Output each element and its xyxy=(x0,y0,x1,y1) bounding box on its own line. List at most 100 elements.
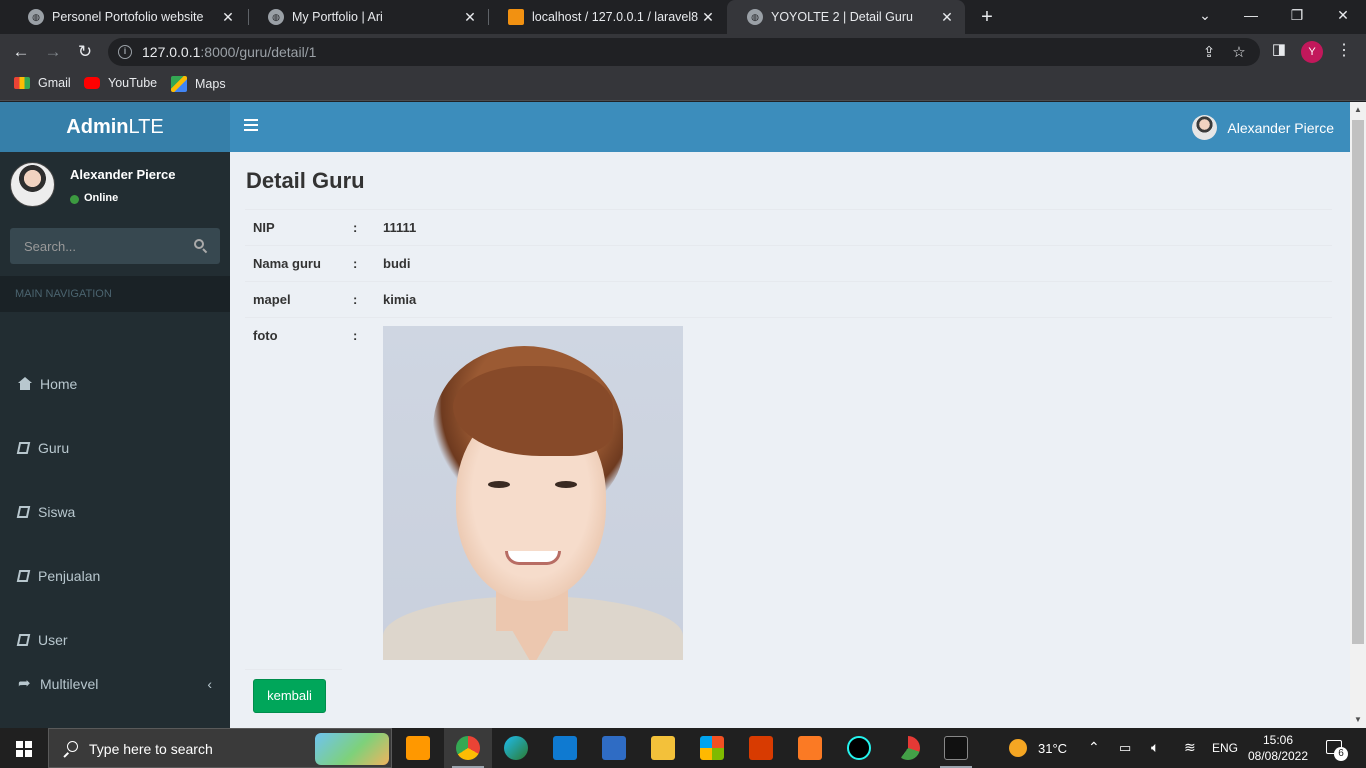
weather-sun-icon[interactable] xyxy=(1009,739,1027,757)
book-icon xyxy=(16,441,32,455)
profile-avatar[interactable]: Y xyxy=(1301,41,1323,63)
file-explorer-icon[interactable] xyxy=(651,736,675,760)
search-input[interactable] xyxy=(10,228,180,264)
row-separator: : xyxy=(345,245,375,282)
scroll-down-icon[interactable]: ▼ xyxy=(1350,712,1366,728)
taskbar-clock[interactable]: 15:06 08/08/2022 xyxy=(1243,732,1313,764)
sidebar-item-label: Home xyxy=(40,376,78,392)
sidebar-item-label: User xyxy=(38,632,68,648)
row-value: 11111 xyxy=(375,209,1332,246)
new-tab-button[interactable]: + xyxy=(976,4,998,30)
table-row: foto : xyxy=(245,317,1332,668)
close-tab-icon[interactable]: ✕ xyxy=(700,9,716,26)
divider xyxy=(245,669,342,670)
taskbar: Type here to search 31°C ⌃ ▭ 🔈︎ ≋ ENG 15… xyxy=(0,728,1366,768)
table-row: Nama guru : budi xyxy=(245,245,1332,282)
minimize-button[interactable]: — xyxy=(1228,0,1274,30)
globe-icon: ◍ xyxy=(747,9,763,25)
gauge-app-icon[interactable] xyxy=(896,736,920,760)
xampp-icon[interactable] xyxy=(798,736,822,760)
vscode-icon[interactable] xyxy=(553,736,577,760)
news-icon[interactable] xyxy=(602,736,626,760)
bookmark-youtube[interactable]: YouTube xyxy=(84,76,157,90)
menu-kebab-icon[interactable]: ⋮ xyxy=(1336,40,1352,60)
sidebar-item-label: Multilevel xyxy=(40,676,99,692)
sidebar-toggle-icon[interactable] xyxy=(244,119,258,135)
navbar-user-menu[interactable]: Alexander Pierce xyxy=(1192,115,1334,140)
share-page-icon[interactable]: ⇪ xyxy=(1198,43,1220,61)
row-separator: : xyxy=(345,209,375,246)
browser-tab[interactable]: ◍ My Portfolio | Ari ✕ xyxy=(248,0,488,34)
browser-tab[interactable]: ◍ Personel Portofolio website ✕ xyxy=(8,0,246,34)
row-separator: : xyxy=(345,281,375,318)
page-scrollbar[interactable]: ▲ ▼ xyxy=(1350,102,1366,728)
globe-icon: ◍ xyxy=(268,9,284,25)
windows-start-icon[interactable] xyxy=(16,741,32,757)
office-icon[interactable] xyxy=(749,736,773,760)
teacher-photo xyxy=(383,326,683,660)
bookmark-gmail[interactable]: Gmail xyxy=(14,76,71,90)
site-info-icon[interactable]: i xyxy=(118,45,132,59)
wifi-icon[interactable]: ≋ xyxy=(1184,739,1196,756)
url-text[interactable]: 127.0.0.1:8000/guru/detail/1 xyxy=(142,44,316,60)
sidebar-item-user[interactable]: User xyxy=(0,622,230,658)
sidebar-item-penjualan[interactable]: Penjualan xyxy=(0,558,230,594)
scroll-up-icon[interactable]: ▲ xyxy=(1350,102,1366,118)
close-tab-icon[interactable]: ✕ xyxy=(462,9,478,26)
chrome-icon[interactable] xyxy=(456,736,480,760)
sidebar-item-label: Siswa xyxy=(38,504,76,520)
taskbar-search[interactable]: Type here to search xyxy=(48,728,392,768)
row-value: budi xyxy=(375,245,1332,282)
back-arrow-icon[interactable]: ← xyxy=(8,39,34,65)
close-tab-icon[interactable]: ✕ xyxy=(220,9,236,26)
app-logo[interactable]: AdminLTE xyxy=(0,102,230,152)
bookmark-star-icon[interactable]: ☆ xyxy=(1228,43,1250,61)
tray-chevron-up-icon[interactable]: ⌃ xyxy=(1088,739,1100,756)
bookmark-maps[interactable]: Maps xyxy=(171,76,226,92)
sidebar-item-home[interactable]: Home xyxy=(0,366,230,402)
terminal-icon[interactable] xyxy=(944,736,968,760)
avatar xyxy=(1192,115,1218,140)
weather-temperature[interactable]: 31°C xyxy=(1038,741,1067,756)
gmail-icon xyxy=(14,77,30,89)
close-window-button[interactable]: ✕ xyxy=(1320,0,1366,30)
detail-table: NIP : 11111 Nama guru : budi mapel : kim… xyxy=(245,209,1332,668)
sublime-text-icon[interactable] xyxy=(406,736,430,760)
tab-search-chevron-icon[interactable]: ⌄ xyxy=(1182,0,1228,30)
bookmark-label: Gmail xyxy=(38,76,71,90)
volume-icon[interactable]: 🔈︎ xyxy=(1151,739,1159,756)
browser-tab-active[interactable]: ◍ YOYOLTE 2 | Detail Guru ✕ xyxy=(727,0,965,34)
reload-icon[interactable]: ↻ xyxy=(72,39,98,65)
store-icon[interactable] xyxy=(700,736,724,760)
close-tab-icon[interactable]: ✕ xyxy=(939,9,955,26)
row-value: kimia xyxy=(375,281,1332,318)
address-bar[interactable]: i 127.0.0.1:8000/guru/detail/1 ⇪ ☆ xyxy=(108,38,1260,66)
search-icon[interactable] xyxy=(194,239,208,254)
edge-icon[interactable] xyxy=(504,736,528,760)
share-icon: ➦ xyxy=(18,675,31,692)
sidebar-item-multilevel[interactable]: ➦ Multilevel ‹ xyxy=(0,666,230,702)
browser-tab[interactable]: localhost / 127.0.0.1 / laravel8 / t ✕ xyxy=(488,0,726,34)
bookmark-label: YouTube xyxy=(108,76,158,90)
phpmyadmin-icon xyxy=(508,9,524,25)
row-label: foto xyxy=(245,317,345,668)
table-row: NIP : 11111 xyxy=(245,209,1332,246)
battery-icon[interactable]: ▭ xyxy=(1119,740,1131,756)
table-row: mapel : kimia xyxy=(245,281,1332,318)
sidebar-item-siswa[interactable]: Siswa xyxy=(0,494,230,530)
row-label: mapel xyxy=(245,281,345,318)
scrollbar-thumb[interactable] xyxy=(1352,120,1364,644)
language-indicator[interactable]: ENG xyxy=(1212,741,1238,755)
row-label: NIP xyxy=(245,209,345,246)
sidebar-item-guru[interactable]: Guru xyxy=(0,430,230,466)
page-viewport: AdminLTE Alexander Pierce Alexander Pier… xyxy=(0,102,1350,728)
sidebar-search xyxy=(10,228,220,264)
side-panel-icon[interactable]: ◨ xyxy=(1268,40,1290,58)
tab-title: localhost / 127.0.0.1 / laravel8 / t xyxy=(532,10,700,24)
user-panel: Alexander Pierce Online xyxy=(0,152,230,220)
back-button[interactable]: kembali xyxy=(253,679,326,713)
row-value xyxy=(375,317,1332,668)
restore-button[interactable]: ❐ xyxy=(1274,0,1320,30)
tiktok-icon[interactable] xyxy=(847,736,871,760)
forward-arrow-icon[interactable]: → xyxy=(40,39,66,65)
